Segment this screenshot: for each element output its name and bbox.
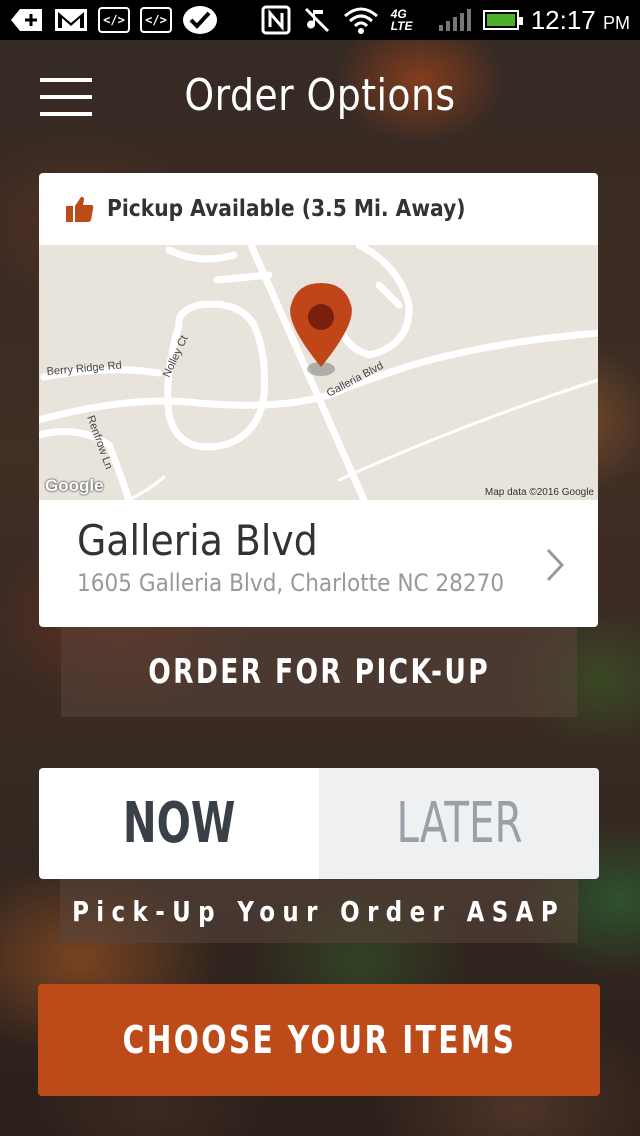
- check-icon: [183, 6, 217, 34]
- later-label: LATER: [396, 791, 522, 856]
- code-icon: </>: [98, 7, 130, 33]
- pickup-availability: Pickup Available (3.5 Mi. Away): [39, 173, 598, 245]
- mute-icon: [304, 7, 329, 33]
- now-tab[interactable]: NOW: [39, 768, 319, 879]
- choose-your-items-label: CHOOSE YOUR ITEMS: [122, 1018, 516, 1062]
- gmail-icon: [55, 9, 87, 31]
- wifi-icon: [343, 7, 378, 34]
- battery-icon: [482, 10, 523, 30]
- later-tab[interactable]: LATER: [319, 768, 599, 879]
- store-address-row[interactable]: Galleria Blvd 1605 Galleria Blvd, Charlo…: [39, 500, 598, 627]
- choose-your-items-button[interactable]: CHOOSE YOUR ITEMS: [38, 984, 600, 1096]
- location-card: Pickup Available (3.5 Mi. Away) Berry Ri…: [39, 173, 598, 627]
- timing-toggle: NOW LATER: [39, 768, 599, 879]
- order-for-pickup-label: ORDER FOR PICK-UP: [148, 652, 490, 692]
- pickup-available-label: Pickup Available (3.5 Mi. Away): [107, 196, 466, 222]
- map-credit: Map data ©2016 Google: [484, 487, 594, 498]
- add-icon: [11, 9, 42, 31]
- thumbs-up-icon: [66, 196, 94, 222]
- timing-description-label: Pick-Up Your Order ASAP: [72, 894, 566, 928]
- code-icon: </>: [140, 7, 172, 33]
- page-title: Order Options: [184, 70, 456, 121]
- clock: 12:17 PM: [530, 4, 630, 35]
- app-header: Order Options: [0, 40, 640, 155]
- status-bar: </> </> 4G LTE 12:17 PM: [0, 0, 640, 40]
- signal-icon: [438, 9, 471, 31]
- google-logo: Google: [45, 476, 104, 495]
- store-name: Galleria Blvd: [77, 516, 318, 565]
- network-label: 4G LTE: [390, 7, 413, 33]
- store-address: 1605 Galleria Blvd, Charlotte NC 28270: [77, 569, 505, 597]
- now-label: NOW: [122, 791, 236, 856]
- chevron-right-icon[interactable]: [546, 548, 564, 582]
- timing-description: Pick-Up Your Order ASAP: [60, 879, 578, 943]
- nfc-icon: [261, 5, 291, 35]
- store-map[interactable]: Berry Ridge Rd Nolley Ct Renfrow Ln Gall…: [39, 245, 598, 500]
- order-for-pickup-button[interactable]: ORDER FOR PICK-UP: [61, 627, 577, 717]
